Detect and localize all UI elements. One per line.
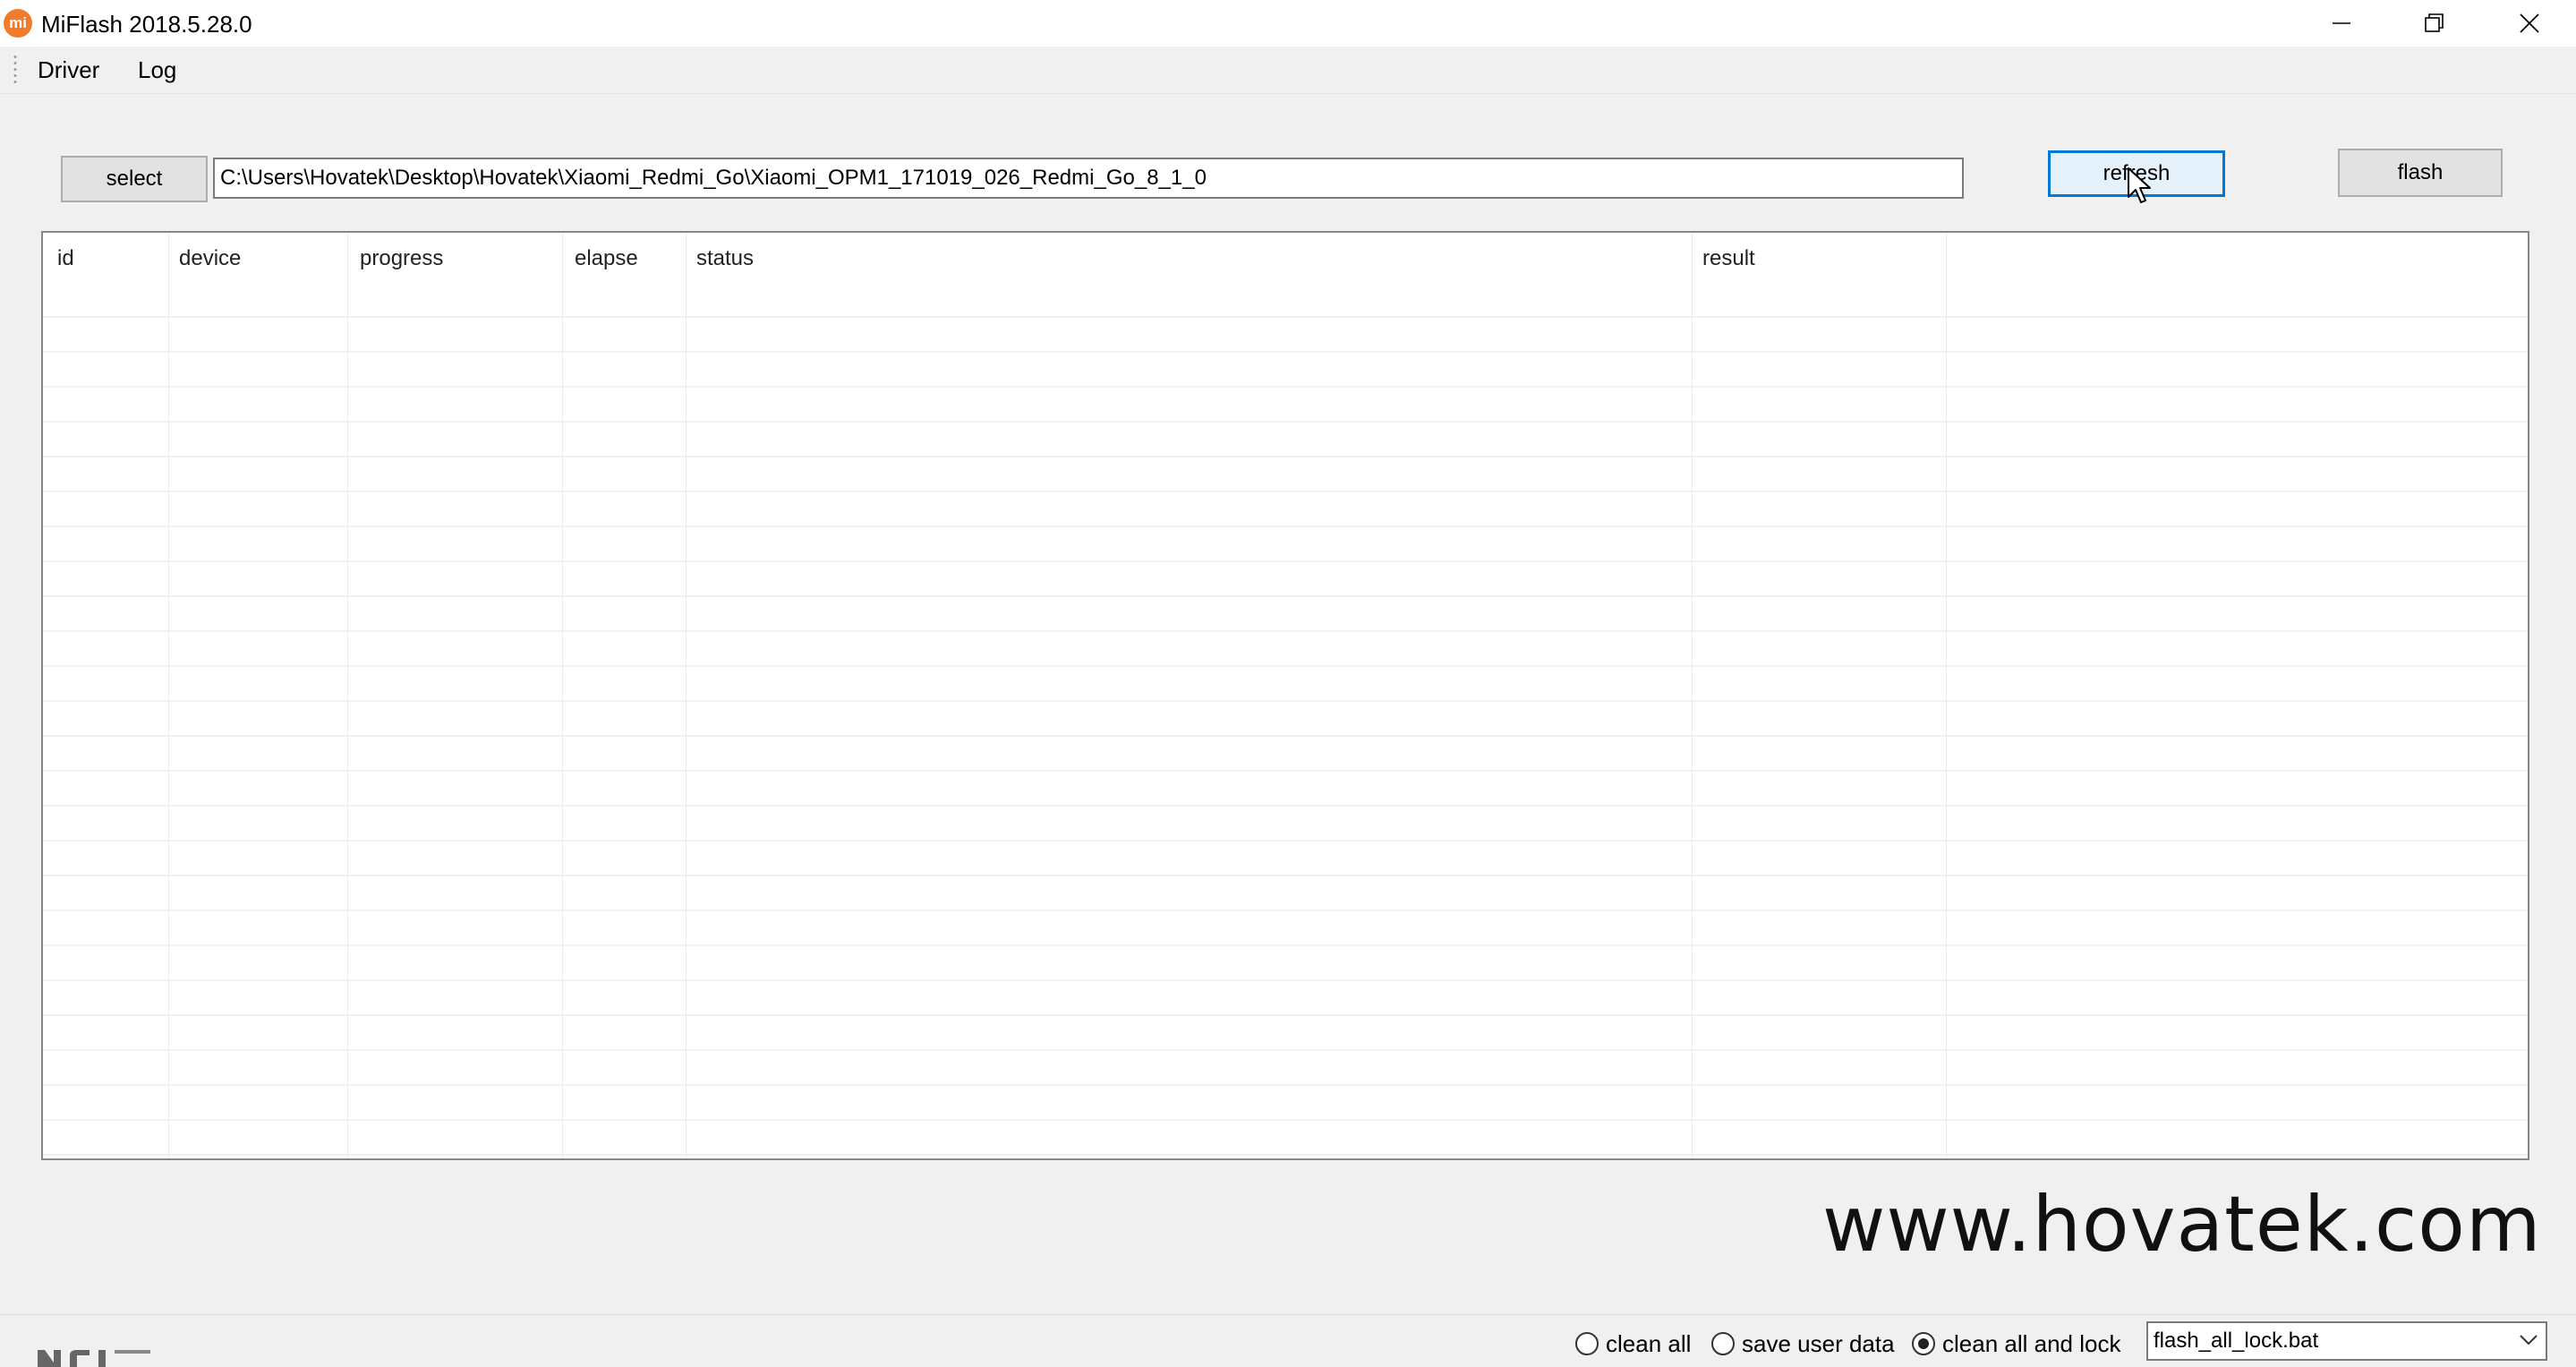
restore-button[interactable] <box>2388 0 2481 47</box>
partial-logo-icon <box>38 1350 150 1367</box>
column-header-id[interactable]: id <box>57 245 74 272</box>
title-bar: mi MiFlash 2018.5.28.0 <box>0 0 2576 47</box>
bottom-divider <box>0 1314 2576 1315</box>
miflash-app-icon: mi <box>4 9 32 38</box>
column-header-result[interactable]: result <box>1702 245 1755 272</box>
column-divider <box>347 233 348 1158</box>
table-rows <box>43 283 2528 1158</box>
flash-script-dropdown[interactable]: flash_all_lock.bat <box>2146 1321 2547 1361</box>
radio-label: clean all <box>1606 1329 1692 1357</box>
radio-circle[interactable] <box>1575 1332 1599 1355</box>
restore-icon <box>2425 13 2444 32</box>
rom-path-input[interactable] <box>213 158 1964 199</box>
radio-label: clean all and lock <box>1942 1329 2121 1357</box>
column-header-progress[interactable]: progress <box>360 245 443 272</box>
chevron-down-icon <box>2520 1335 2538 1346</box>
menu-item-driver[interactable]: Driver <box>38 56 99 84</box>
menu-grip-handle[interactable] <box>13 54 17 84</box>
column-header-status[interactable]: status <box>696 245 754 272</box>
column-divider <box>1692 233 1693 1158</box>
column-divider <box>168 233 169 1158</box>
column-header-elapse[interactable]: elapse <box>575 245 638 272</box>
close-button[interactable] <box>2483 0 2576 47</box>
column-divider <box>686 233 687 1158</box>
radio-label: save user data <box>1742 1329 1895 1357</box>
minimize-button[interactable] <box>2295 0 2388 47</box>
radio-clean-all-and-lock[interactable]: clean all and lock <box>1912 1329 2120 1359</box>
mouse-cursor-icon <box>2128 167 2151 203</box>
minimize-icon <box>2333 22 2350 24</box>
window-title: MiFlash 2018.5.28.0 <box>41 11 252 38</box>
radio-save-user-data[interactable]: save user data <box>1711 1329 1895 1359</box>
watermark-text: www.hovatek.com <box>1822 1180 2542 1269</box>
radio-clean-all[interactable]: clean all <box>1575 1329 1691 1359</box>
radio-circle-selected[interactable] <box>1912 1332 1935 1355</box>
radio-circle[interactable] <box>1711 1332 1735 1355</box>
column-divider <box>1946 233 1947 1158</box>
menu-item-log[interactable]: Log <box>138 56 176 84</box>
menu-bar: Driver Log <box>0 47 2576 94</box>
device-table[interactable]: id device progress elapse status result <box>41 231 2529 1160</box>
column-header-device[interactable]: device <box>179 245 241 272</box>
column-divider <box>562 233 563 1158</box>
close-icon <box>2520 13 2539 33</box>
select-button[interactable]: select <box>61 156 208 202</box>
flash-button[interactable]: flash <box>2338 149 2503 197</box>
selected-script: flash_all_lock.bat <box>2154 1329 2319 1353</box>
